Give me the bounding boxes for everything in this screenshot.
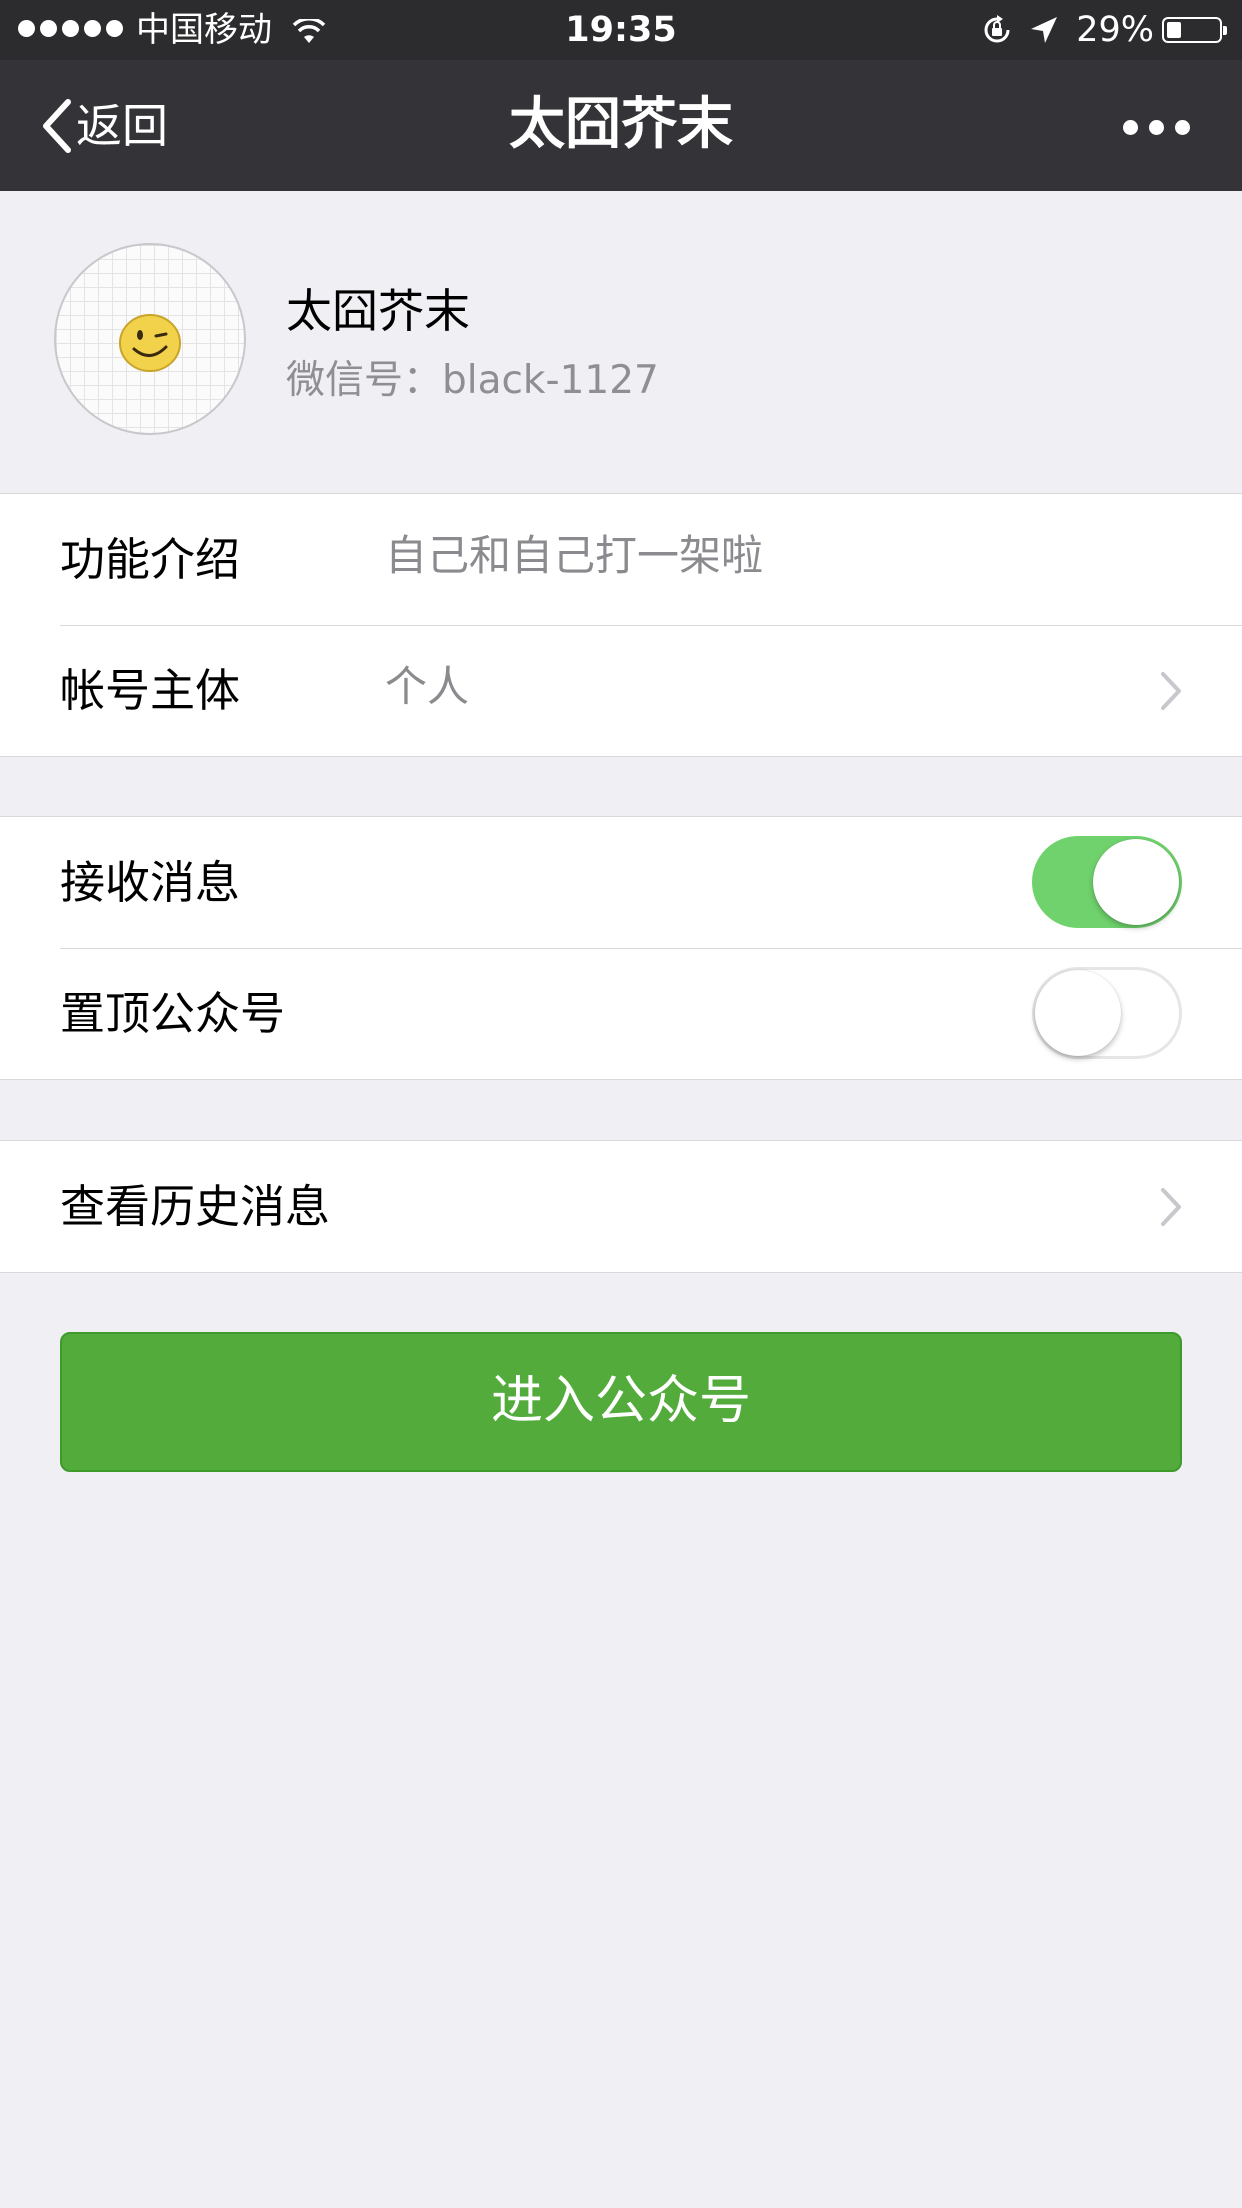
more-dots-icon[interactable]	[1112, 120, 1190, 135]
battery-percent: 29%	[1076, 10, 1154, 50]
nav-title: 太囧芥末	[509, 92, 733, 157]
receive-messages-label: 接收消息	[60, 856, 241, 909]
history-label: 查看历史消息	[60, 1180, 331, 1233]
winking-smiley-icon	[119, 314, 181, 372]
status-right: 29%	[980, 8, 1227, 52]
owner-value: 个人	[385, 662, 470, 711]
profile-header: 太囧芥末 微信号：black-1127	[0, 191, 1242, 493]
wechat-id: 微信号：black-1127	[286, 358, 659, 403]
avatar[interactable]	[54, 243, 246, 435]
nav-bar: 返回 太囧芥末	[0, 60, 1242, 191]
settings-group: 接收消息 置顶公众号	[0, 816, 1242, 1080]
battery-level	[1167, 22, 1181, 38]
owner-cell[interactable]: 帐号主体 个人	[0, 625, 1242, 756]
battery-icon	[1162, 17, 1227, 43]
receive-messages-cell: 接收消息	[0, 817, 1242, 948]
enter-account-button[interactable]: 进入公众号	[60, 1332, 1182, 1472]
intro-label: 功能介绍	[60, 533, 241, 586]
pin-account-toggle[interactable]	[1032, 967, 1182, 1059]
pin-account-label: 置顶公众号	[60, 987, 286, 1040]
pin-account-cell: 置顶公众号	[0, 948, 1242, 1079]
location-arrow-icon	[1031, 17, 1058, 43]
toggle-knob	[1093, 839, 1179, 925]
toggle-knob	[1035, 970, 1121, 1056]
chevron-right-icon	[1161, 1188, 1181, 1226]
profile-name: 太囧芥末	[286, 284, 470, 338]
chevron-right-icon	[1161, 672, 1181, 710]
owner-label: 帐号主体	[60, 664, 241, 717]
intro-cell: 功能介绍 自己和自己打一架啦	[0, 494, 1242, 625]
intro-value: 自己和自己打一架啦	[385, 531, 764, 580]
history-group: 查看历史消息	[0, 1140, 1242, 1273]
history-cell[interactable]: 查看历史消息	[0, 1141, 1242, 1272]
status-bar: 中国移动 19:35 29%	[0, 0, 1242, 60]
orientation-lock-icon	[984, 15, 1010, 43]
info-group: 功能介绍 自己和自己打一架啦 帐号主体 个人	[0, 493, 1242, 757]
receive-messages-toggle[interactable]	[1032, 836, 1182, 928]
